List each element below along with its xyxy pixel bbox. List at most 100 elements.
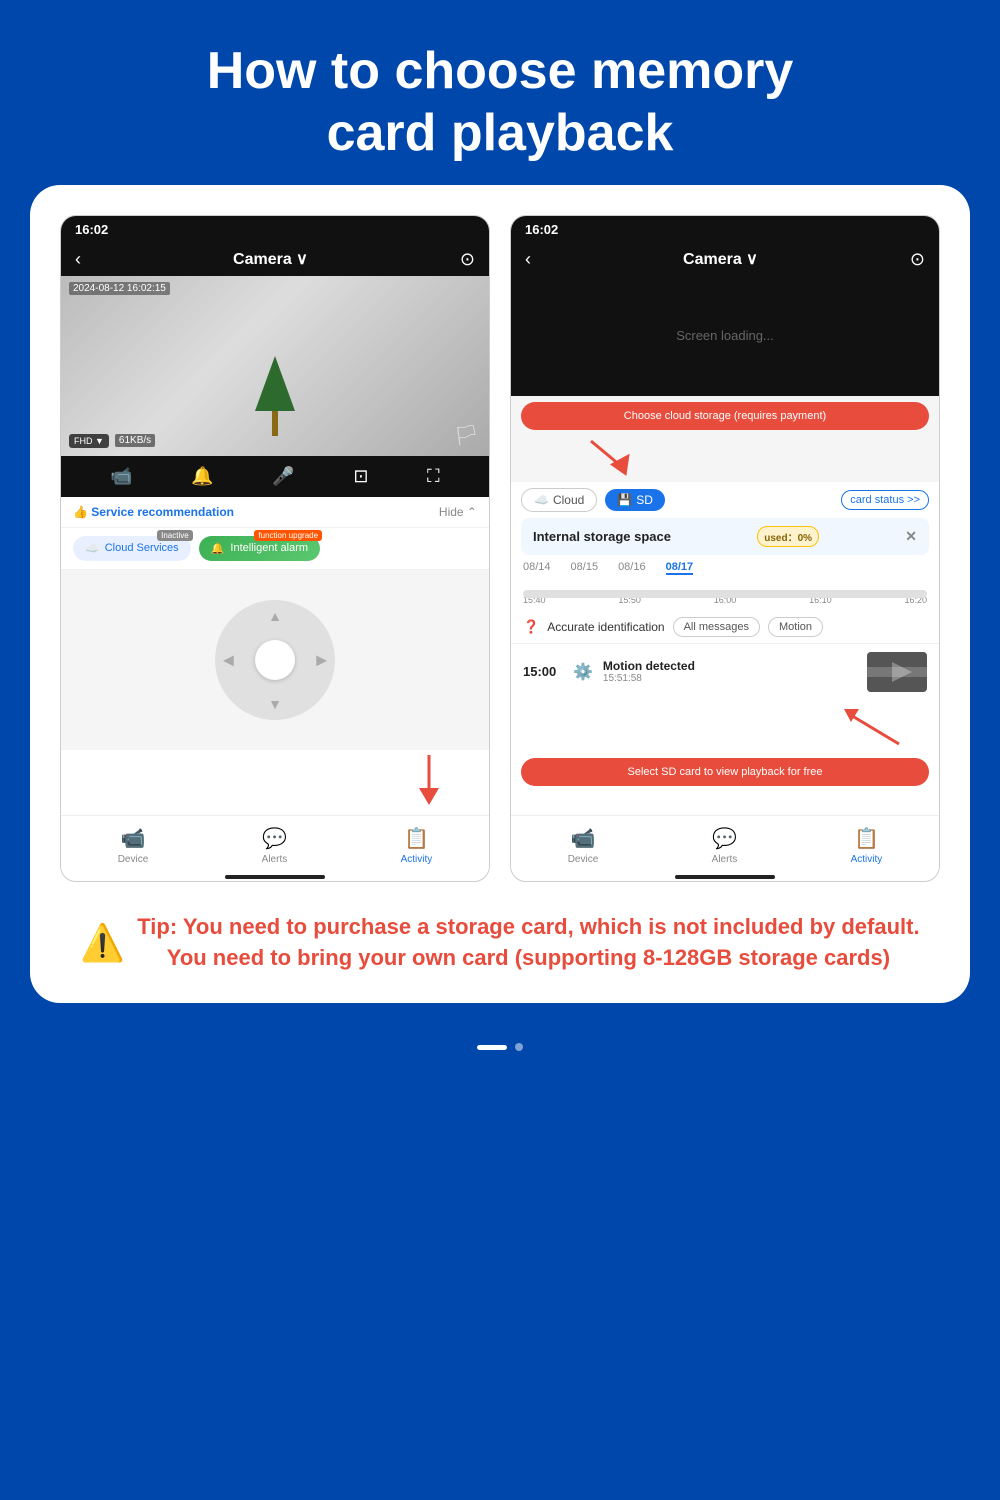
right-bottom-nav-device[interactable]: 📹 Device: [568, 826, 599, 865]
right-bottom-nav: 📹 Device 💬 Alerts 📋 Activity: [511, 815, 939, 871]
intelligent-alarm-button[interactable]: 🔔 Intelligent alarm function upgrade: [199, 536, 320, 561]
left-bottom-nav: 📹 Device 💬 Alerts 📋 Activity: [61, 815, 489, 871]
activity-icon: 📋: [404, 826, 429, 851]
tip-text: Tip: You need to purchase a storage card…: [137, 912, 920, 974]
cloud-callout-bubble: Choose cloud storage (requires payment): [521, 402, 929, 430]
event-thumbnail[interactable]: [867, 652, 927, 692]
tip-section: ⚠️ Tip: You need to purchase a storage c…: [60, 912, 940, 974]
cloud-arrow: [581, 436, 641, 476]
loading-text: Screen loading...: [676, 328, 774, 343]
page-title: How to choose memory card playback: [207, 40, 794, 165]
motion-filter-button[interactable]: Motion: [768, 617, 823, 637]
main-card: 16:02 ‹ Camera ∨ ⊙: [30, 185, 970, 1004]
right-bottom-nav-alerts[interactable]: 💬 Alerts: [712, 826, 738, 865]
fullscreen-icon[interactable]: ⛶: [427, 466, 440, 487]
camera-feed: 2024-08-12 16:02:15 🏳 FHD ▼ 61KB/s: [61, 276, 489, 456]
watermark-icon: 🏳: [454, 423, 479, 448]
cloud-services-button[interactable]: ☁️ Cloud Services Inactive: [73, 536, 191, 561]
home-indicator-left: [225, 875, 325, 879]
right-bottom-nav-activity[interactable]: 📋 Activity: [851, 826, 883, 865]
cloud-callout-area: Choose cloud storage (requires payment): [511, 396, 939, 482]
timeline: 15:40 15:50 16:00 16:10 16:20: [511, 581, 939, 611]
crop-icon[interactable]: ⊡: [353, 466, 368, 487]
storage-tabs: ☁️ Cloud 💾 SD card status >>: [511, 482, 939, 518]
sd-arrow: [829, 704, 909, 754]
home-indicator-right: [675, 875, 775, 879]
left-phone: 16:02 ‹ Camera ∨ ⊙: [60, 215, 490, 882]
hide-button[interactable]: Hide ⌃: [439, 505, 477, 519]
dpad-center-button[interactable]: [255, 640, 295, 680]
sd-callout-bubble: Select SD card to view playback for free: [521, 758, 929, 786]
nav-title: Camera ∨: [91, 249, 450, 269]
event-details: Motion detected 15:51:58: [603, 659, 857, 684]
cloud-tab-icon: ☁️: [534, 493, 549, 507]
service-buttons: ☁️ Cloud Services Inactive 🔔 Intelligent…: [61, 528, 489, 570]
bottom-nav-device[interactable]: 📹 Device: [118, 826, 149, 865]
dpad-left-arrow[interactable]: ◀: [223, 651, 234, 668]
sd-callout-area: Select SD card to view playback for free: [511, 700, 939, 790]
cloud-icon: ☁️: [85, 542, 99, 555]
dpad[interactable]: ▲ ▼ ◀ ▶: [215, 600, 335, 720]
sd-tab-icon: 💾: [617, 493, 632, 507]
date-tab-2[interactable]: 08/16: [618, 561, 646, 575]
right-nav-bar: ‹ Camera ∨ ⊙: [511, 243, 939, 276]
event-time: 15:00: [523, 664, 563, 679]
dpad-right-arrow[interactable]: ▶: [316, 651, 327, 668]
filter-question-icon: ❓: [523, 619, 539, 635]
dpad-down-arrow[interactable]: ▼: [268, 696, 282, 712]
dpad-area: ▲ ▼ ◀ ▶: [61, 570, 489, 750]
page-header: How to choose memory card playback: [147, 0, 854, 185]
right-nav-title: Camera ∨: [541, 249, 900, 269]
date-tab-0[interactable]: 08/14: [523, 561, 551, 575]
right-status-bar: 16:02: [511, 216, 939, 243]
page-indicator: [477, 1023, 523, 1071]
black-screen: Screen loading...: [511, 276, 939, 396]
right-back-icon[interactable]: ‹: [525, 249, 531, 270]
date-tab-3[interactable]: 08/17: [666, 561, 694, 575]
date-tabs: 08/14 08/15 08/16 08/17: [511, 555, 939, 581]
event-icon: ⚙️: [573, 662, 593, 682]
dpad-up-arrow[interactable]: ▲: [268, 608, 282, 624]
storage-panel: Internal storage space used：0% ✕: [521, 518, 929, 555]
event-item: 15:00 ⚙️ Motion detected 15:51:58: [511, 643, 939, 700]
speaker-icon[interactable]: 🔔: [191, 466, 213, 487]
filter-row: ❓ Accurate identification All messages M…: [511, 611, 939, 643]
card-status-button[interactable]: card status >>: [841, 490, 929, 510]
bitrate-display: 61KB/s: [115, 434, 155, 447]
service-label: 👍 Service recommendation: [73, 505, 234, 519]
all-messages-button[interactable]: All messages: [673, 617, 760, 637]
record-icon[interactable]: 📹: [110, 466, 132, 487]
left-status-bar: 16:02: [61, 216, 489, 243]
bottom-nav-activity[interactable]: 📋 Activity: [401, 826, 433, 865]
date-tab-1[interactable]: 08/15: [571, 561, 599, 575]
bottom-nav-alerts[interactable]: 💬 Alerts: [262, 826, 288, 865]
right-device-icon: 📹: [571, 826, 596, 851]
event-subtitle: 15:51:58: [603, 673, 857, 684]
quality-badge: FHD ▼: [69, 434, 109, 448]
device-icon: 📹: [121, 826, 146, 851]
right-alerts-icon: 💬: [712, 826, 737, 851]
inactive-badge: Inactive: [157, 530, 193, 541]
inactive-dot: [515, 1043, 523, 1051]
right-settings-icon[interactable]: ⊙: [910, 249, 925, 270]
alarm-icon: 🔔: [211, 542, 225, 555]
camera-timestamp: 2024-08-12 16:02:15: [69, 282, 170, 295]
active-dot: [477, 1045, 507, 1050]
close-button[interactable]: ✕: [905, 528, 917, 545]
back-icon[interactable]: ‹: [75, 249, 81, 270]
settings-icon[interactable]: ⊙: [460, 249, 475, 270]
warning-icon: ⚠️: [80, 922, 125, 964]
upgrade-badge: function upgrade: [254, 530, 322, 541]
alerts-icon: 💬: [262, 826, 287, 851]
cloud-tab[interactable]: ☁️ Cloud: [521, 488, 597, 512]
camera-controls: 📹 🔔 🎤 ⊡ ⛶: [61, 456, 489, 497]
event-title: Motion detected: [603, 659, 857, 673]
right-phone: 16:02 ‹ Camera ∨ ⊙ Screen loading... Cho…: [510, 215, 940, 882]
right-activity-icon: 📋: [854, 826, 879, 851]
arrow-to-activity: [399, 750, 459, 810]
service-recommendation: 👍 Service recommendation Hide ⌃: [61, 497, 489, 528]
mic-icon[interactable]: 🎤: [272, 466, 294, 487]
sd-tab[interactable]: 💾 SD: [605, 489, 665, 511]
used-badge: used：0%: [757, 526, 819, 547]
left-nav-bar: ‹ Camera ∨ ⊙: [61, 243, 489, 276]
